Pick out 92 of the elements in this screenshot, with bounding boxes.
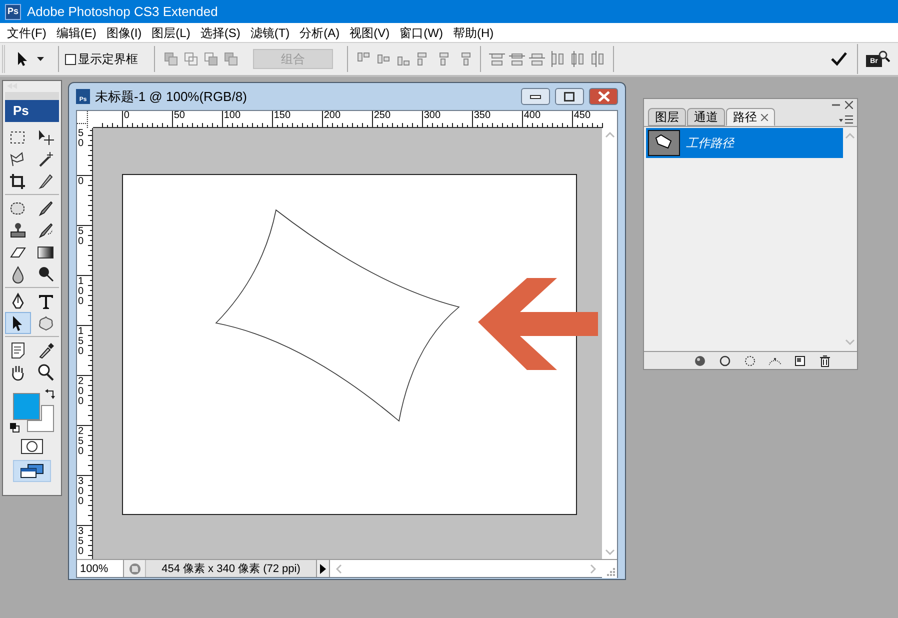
trash-icon[interactable] [819, 354, 831, 366]
scroll-up-icon [845, 133, 855, 139]
arrow-tool-icon[interactable] [15, 51, 29, 67]
foreground-color-swatch[interactable] [13, 393, 40, 420]
close-icon [598, 91, 610, 102]
distribute-bottom-icon[interactable] [529, 51, 545, 67]
stamp-icon [8, 220, 28, 240]
ruler-label: 300 [424, 111, 441, 121]
panel-tab[interactable]: 路径 [726, 108, 775, 126]
default-colors-icon[interactable] [10, 423, 20, 433]
ruler-label: 350 [78, 527, 85, 557]
document-info: 454 像素 x 340 像素 (72 ppi) [146, 560, 316, 577]
tool-button[interactable] [5, 312, 31, 334]
ruler-label: 150 [274, 111, 291, 121]
resize-grip-icon[interactable] [602, 560, 617, 578]
ruler-label: 50 [174, 111, 185, 121]
shape-icon [36, 314, 56, 332]
ruler-label: 0 [78, 177, 85, 187]
ruler-label: 400 [524, 111, 541, 121]
distribute-center-icon[interactable] [509, 51, 525, 67]
maximize-button[interactable] [555, 88, 584, 105]
stroke-path-icon[interactable] [719, 354, 731, 366]
scroll-left-icon [336, 564, 342, 574]
checkbox-label[interactable]: 显示定界框 [78, 50, 138, 68]
menu-item[interactable]: 选择(S) [195, 24, 246, 42]
ruler-label: 350 [474, 111, 491, 121]
close-button[interactable] [589, 88, 618, 105]
move-icon [36, 128, 56, 146]
swap-arrows-icon[interactable] [45, 389, 55, 399]
menu-item[interactable]: 帮助(H) [448, 24, 499, 42]
menu-item[interactable]: 图层(L) [146, 24, 196, 42]
magnifier-icon [878, 50, 890, 62]
windows-icon [20, 464, 44, 478]
new-path-icon[interactable] [794, 354, 806, 366]
close-icon[interactable] [845, 100, 853, 108]
screen-mode-button[interactable] [13, 460, 51, 482]
ruler-label: 300 [78, 477, 85, 507]
distribute-middle-icon[interactable] [569, 51, 585, 67]
app-logo: Ps [5, 4, 21, 20]
window-title: Adobe Photoshop CS3 Extended [27, 2, 218, 21]
vertical-scrollbar[interactable] [602, 128, 618, 559]
maximize-icon [564, 92, 575, 102]
distribute-top-icon[interactable] [489, 51, 505, 67]
fill-path-icon[interactable] [694, 354, 706, 366]
minimize-button[interactable] [521, 88, 550, 105]
ruler-label: 200 [324, 111, 341, 121]
background-color-swatch[interactable] [27, 405, 54, 432]
minimize-icon [530, 94, 541, 98]
panel-menu-icon[interactable] [839, 115, 853, 124]
close-icon [761, 114, 768, 120]
menu-item[interactable]: 图像(I) [101, 24, 147, 42]
menu-item[interactable]: 分析(A) [294, 24, 345, 42]
panel-tab[interactable]: 通道 [687, 108, 725, 126]
scroll-down-icon [604, 549, 615, 555]
menu-item[interactable]: 滤镜(T) [245, 24, 295, 42]
toolbox-grip[interactable] [5, 92, 59, 100]
path-row[interactable]: 工作路径 [646, 128, 843, 158]
document-title: 未标题-1 @ 100%(RGB/8) [95, 88, 247, 106]
menu-item[interactable]: 窗口(W) [394, 24, 448, 42]
ruler-label: 0 [124, 111, 130, 121]
ruler-label: 50 [78, 129, 85, 149]
checkbox[interactable] [65, 54, 76, 64]
commit-checkmark-icon[interactable] [831, 52, 847, 66]
scroll-down-icon [845, 339, 855, 345]
scroll-right-icon [590, 564, 596, 574]
ruler-label: 450 [574, 111, 591, 121]
ruler-label: 200 [78, 377, 85, 407]
menu-item[interactable]: 文件(F) [2, 24, 52, 42]
selection-icon[interactable] [744, 354, 756, 366]
toolbox-logo: Ps [5, 100, 59, 122]
distribute-left-icon[interactable] [549, 51, 565, 67]
ruler-label: 100 [224, 111, 241, 121]
horizontal-scrollbar[interactable] [330, 560, 602, 577]
burn-icon [36, 264, 56, 284]
panel-tab[interactable]: 图层 [648, 108, 686, 126]
ruler-label: 150 [78, 327, 85, 357]
crop-icon [8, 172, 28, 190]
ruler-label: 100 [78, 277, 85, 307]
page-icon[interactable] [128, 562, 140, 574]
ruler-label: 250 [78, 427, 85, 457]
distribute-right-icon[interactable] [589, 51, 605, 67]
menu-item[interactable]: 视图(V) [344, 24, 395, 42]
menu-item[interactable]: 编辑(E) [51, 24, 102, 42]
play-triangle-icon[interactable] [320, 564, 326, 574]
caret-icon[interactable] [37, 57, 44, 61]
zoom-field[interactable]: 100% [77, 560, 124, 577]
zoom-icon [36, 362, 56, 382]
quick-mask-icon[interactable] [21, 439, 43, 454]
ruler-label: 50 [78, 227, 85, 247]
scroll-up-icon [604, 132, 615, 138]
ruler-label: 250 [374, 111, 391, 121]
path-thumbnail-icon [648, 130, 680, 156]
